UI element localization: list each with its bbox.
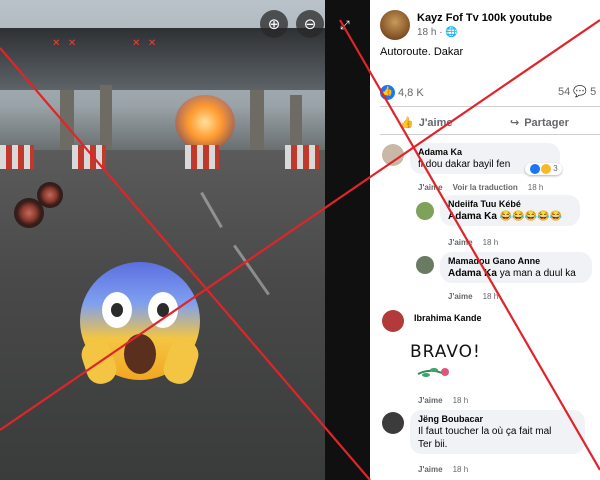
like-reaction-icon: 👍	[380, 85, 395, 100]
video-frame[interactable]: ✕ ✕ ✕ ✕ ⊕ ⊖	[0, 0, 325, 480]
avatar[interactable]	[382, 144, 404, 166]
comment-like-link[interactable]: J'aime	[418, 465, 443, 474]
expand-icon[interactable]: ⤢	[340, 18, 350, 33]
comment-icon: 💬	[573, 85, 588, 98]
toll-booth	[60, 90, 74, 150]
commenter-name[interactable]: Adama Ka	[418, 147, 552, 157]
barrier	[285, 145, 319, 169]
zoom-out-icon: ⊖	[303, 15, 317, 33]
toll-booth	[250, 90, 264, 150]
comment-actions: J'aime 18 h	[448, 292, 498, 301]
commenter-name[interactable]: Jëng Boubacar	[418, 414, 577, 424]
share-count: 5	[590, 86, 597, 98]
thumbs-up-icon: 👍	[400, 116, 414, 129]
zoom-in-icon: ⊕	[267, 15, 281, 33]
comment-time[interactable]: 18 h	[453, 465, 469, 474]
globe-icon: 🌐	[445, 27, 458, 38]
emoji-eye	[148, 292, 178, 328]
tire	[37, 182, 63, 208]
like-reaction-icon	[530, 164, 540, 174]
comment-time[interactable]: 18 h	[528, 183, 544, 192]
commenter-name[interactable]: Mamadou Gano Anne	[448, 256, 584, 266]
comment-actions: J'aime Voir la traduction 18 h	[418, 183, 543, 192]
comment-actions: J'aime 18 h	[448, 238, 498, 247]
comment-bubble: Ndeiifa Tuu Kébé Adama Ka 😂😂😂😂😂	[440, 195, 580, 226]
comment-like-link[interactable]: J'aime	[448, 292, 473, 301]
comment-reaction-chip[interactable]: 3	[525, 163, 562, 175]
barrier	[72, 145, 106, 169]
zoom-in-button[interactable]: ⊕	[260, 10, 288, 38]
comment-like-link[interactable]: J'aime	[418, 183, 443, 192]
emoji-eye	[102, 292, 132, 328]
comment-actions: J'aime 18 h	[418, 396, 468, 405]
laugh-reaction-icon	[541, 164, 551, 174]
comment-time[interactable]: 18 h	[483, 292, 499, 301]
barrier	[185, 145, 219, 169]
flower-sticker-icon	[417, 368, 449, 377]
mention-link[interactable]: Adama Ka	[448, 268, 497, 279]
comment-time[interactable]: 18 h	[453, 396, 469, 405]
comment-time[interactable]: 18 h	[483, 238, 499, 247]
comment-text: Il faut toucher la où ça fait mal	[418, 426, 552, 437]
commenter-name[interactable]: Ndeiifa Tuu Kébé	[448, 199, 572, 209]
barrier	[0, 145, 34, 169]
author-avatar[interactable]	[380, 10, 410, 40]
lane-closed-light: ✕ ✕	[132, 38, 159, 49]
zoom-out-button[interactable]: ⊖	[296, 10, 324, 38]
comment-count: 54	[558, 86, 571, 98]
emoji-mouth	[124, 334, 156, 374]
avatar[interactable]	[382, 412, 404, 434]
share-button[interactable]: ↪ Partager	[510, 116, 569, 129]
commenter-name[interactable]: Ibrahima Kande	[414, 313, 482, 323]
mention-link[interactable]: Adama Ka	[448, 211, 497, 222]
post-panel: Kayz Fof Tv 100k youtube 18 h · 🌐 Autoro…	[370, 0, 600, 480]
comment-text: ya man a duul ka	[499, 268, 576, 279]
post-time[interactable]: 18 h · 🌐	[417, 27, 458, 38]
comment-summary[interactable]: 54 💬 5	[558, 85, 596, 98]
reaction-summary[interactable]: 👍 4,8 K	[380, 85, 424, 100]
toll-booth	[100, 85, 112, 150]
comment-like-link[interactable]: J'aime	[418, 396, 443, 405]
divider	[380, 106, 600, 107]
viewer-gutter	[325, 0, 370, 480]
like-button-label: J'aime	[418, 116, 453, 129]
avatar[interactable]	[416, 256, 434, 274]
comment-bubble: Jëng Boubacar Il faut toucher la où ça f…	[410, 410, 585, 454]
post-caption: Autoroute. Dakar	[380, 46, 464, 58]
reaction-count: 4,8 K	[398, 86, 424, 99]
avatar[interactable]	[382, 310, 404, 332]
share-arrow-icon: ↪	[510, 116, 520, 129]
see-translation-link[interactable]: Voir la traduction	[453, 183, 518, 192]
post-author[interactable]: Kayz Fof Tv 100k youtube	[417, 12, 552, 24]
divider	[380, 134, 600, 135]
toll-booth	[290, 95, 302, 150]
comment-actions: J'aime 18 h	[418, 465, 468, 474]
lane-closed-light: ✕ ✕	[52, 38, 79, 49]
comment-text: Ter bii.	[418, 439, 448, 450]
like-button[interactable]: 👍 J'aime	[400, 116, 453, 129]
screaming-emoji-icon	[77, 262, 203, 388]
share-button-label: Partager	[524, 116, 569, 129]
bravo-sticker: BRAVO!	[410, 342, 481, 362]
fire	[175, 95, 235, 150]
avatar[interactable]	[416, 202, 434, 220]
laughing-emoji-icons: 😂😂😂😂😂	[499, 211, 562, 222]
comment-bubble: Mamadou Gano Anne Adama Ka ya man a duul…	[440, 252, 592, 283]
comment-like-link[interactable]: J'aime	[448, 238, 473, 247]
